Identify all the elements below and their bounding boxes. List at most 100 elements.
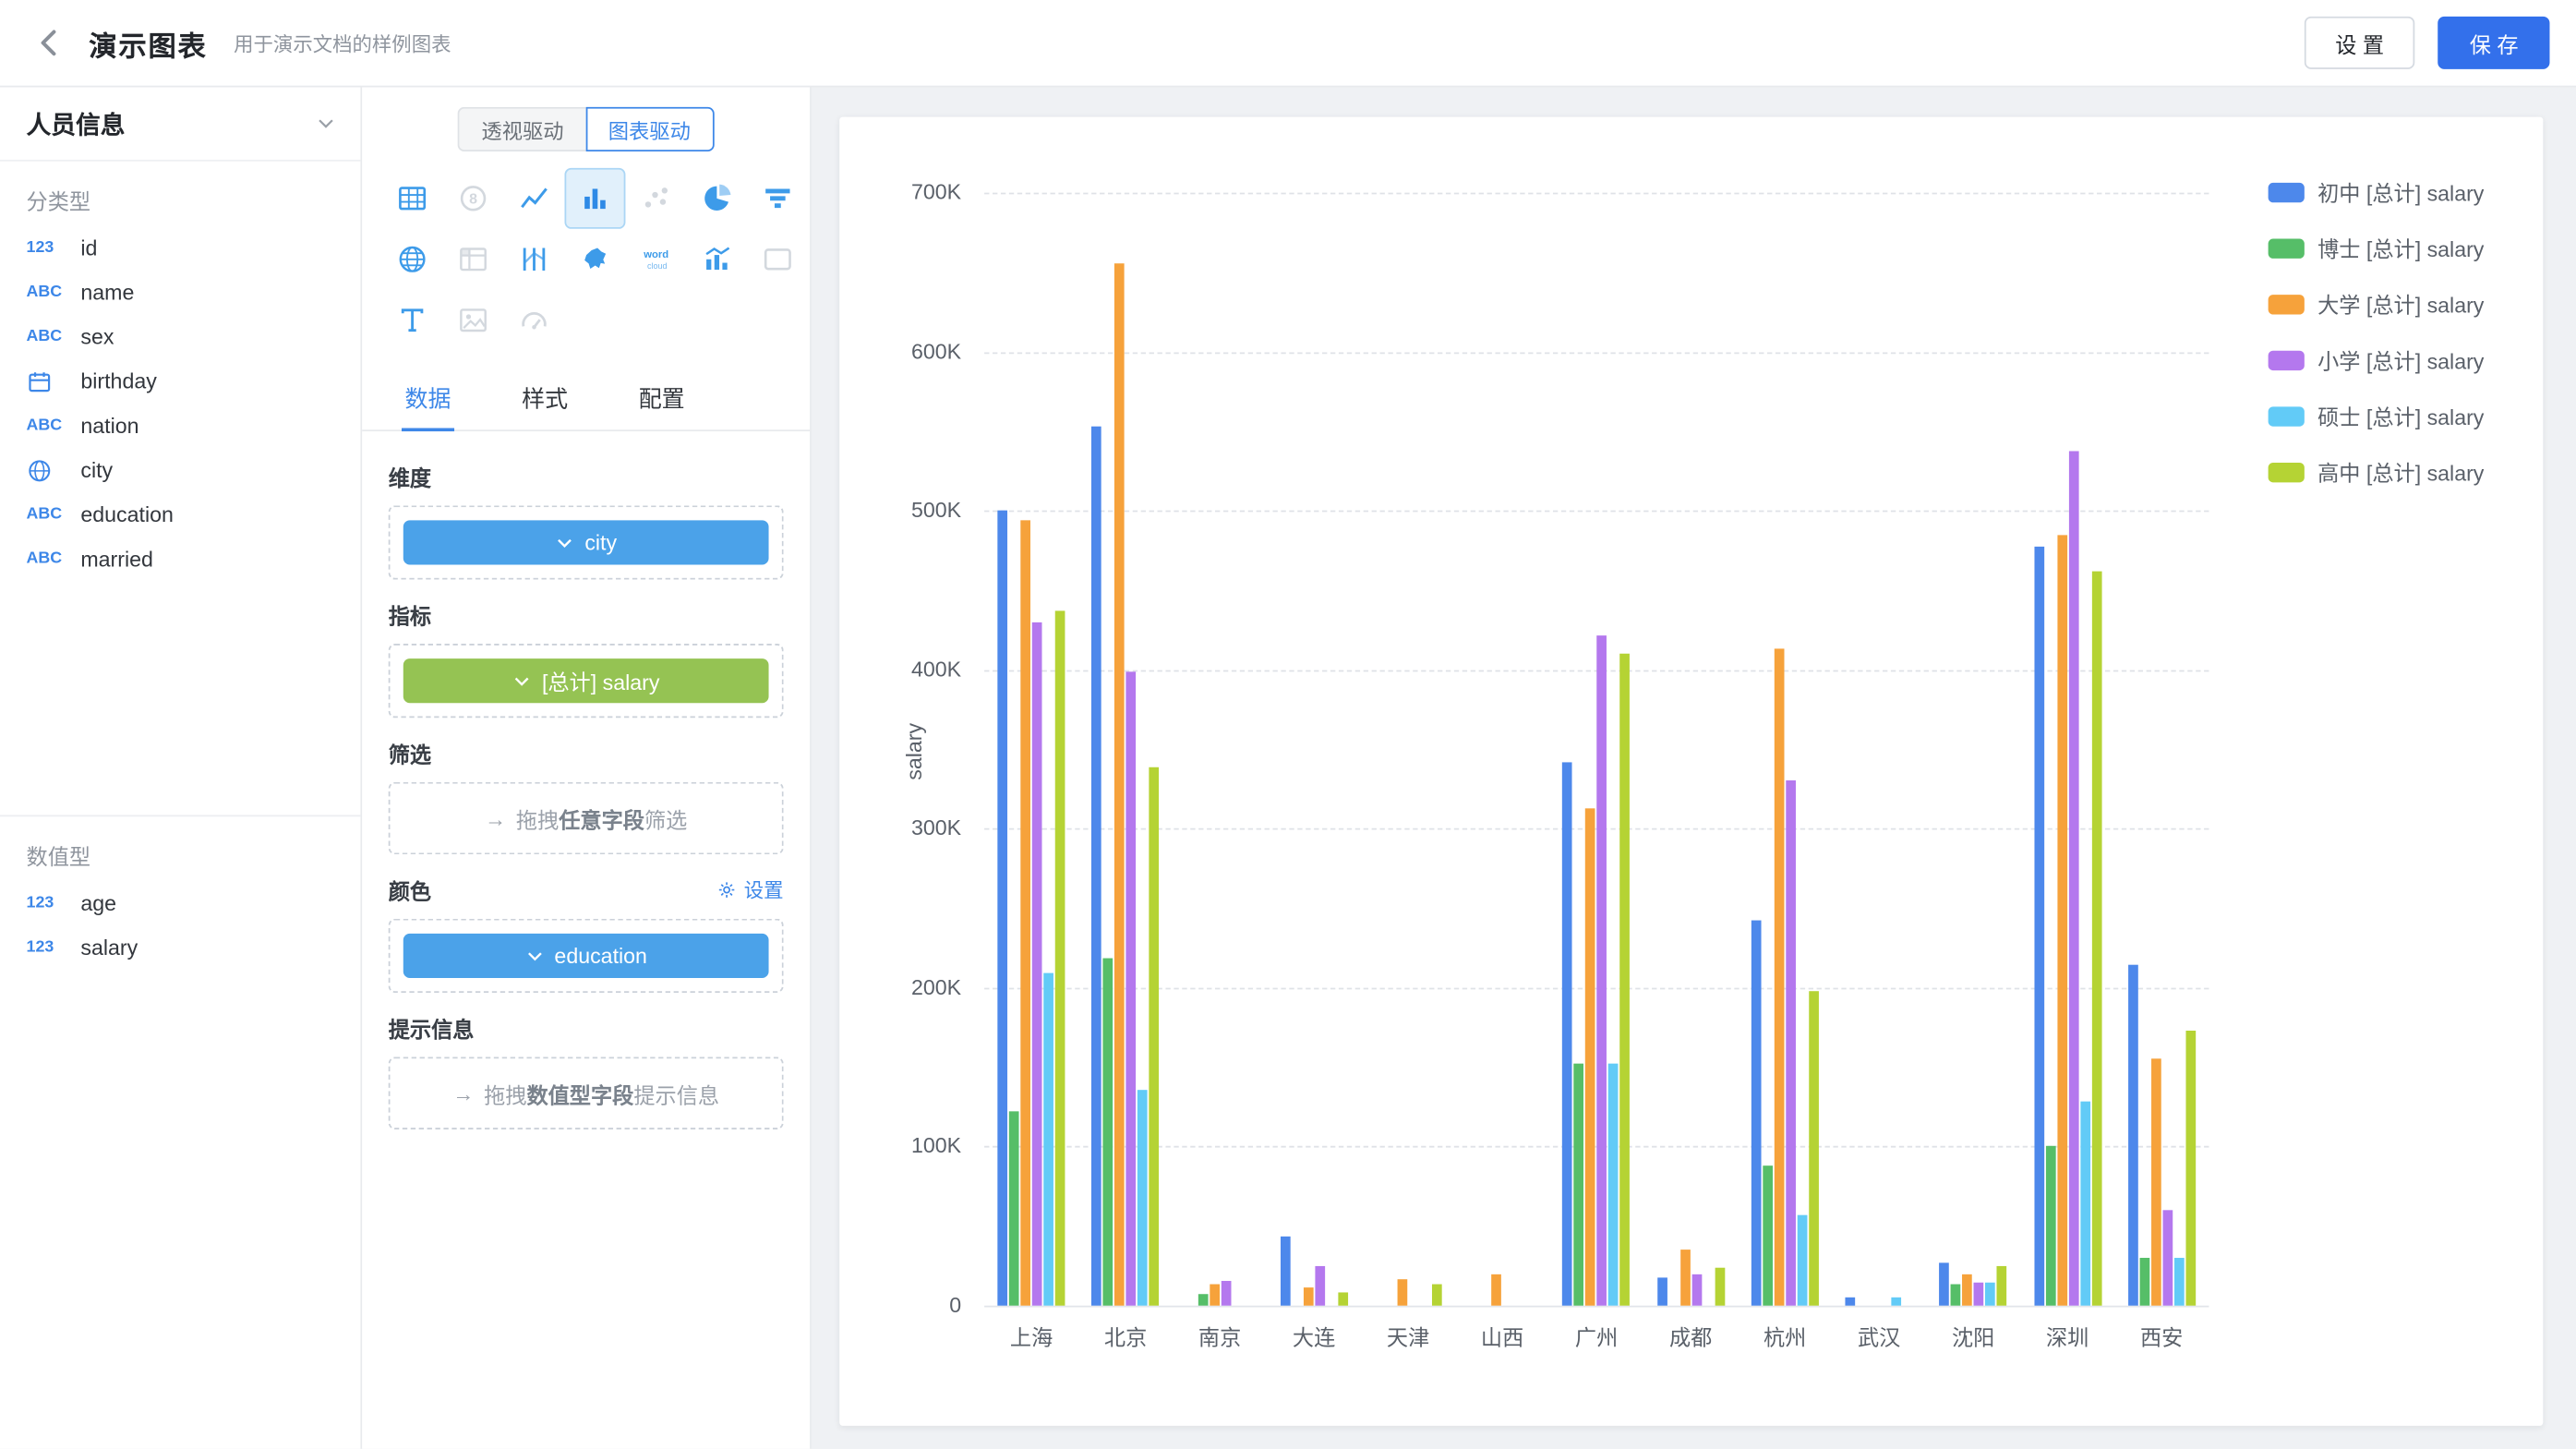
mode-tab-pivot[interactable]: 透视驱动 <box>458 107 584 151</box>
color-dropzone[interactable]: education <box>389 919 784 993</box>
bar[interactable] <box>1138 1090 1148 1306</box>
legend-item[interactable]: 大学 [总计] salary <box>2269 288 2485 320</box>
measure-dropzone[interactable]: [总计] salary <box>389 644 784 718</box>
bar[interactable] <box>2034 548 2044 1306</box>
bar[interactable] <box>2057 535 2067 1306</box>
bar[interactable] <box>1786 781 1796 1306</box>
bar[interactable] <box>1009 1112 1019 1306</box>
bar[interactable] <box>1563 762 1573 1306</box>
chart-type-text-icon[interactable] <box>382 290 443 351</box>
bar[interactable] <box>2128 965 2138 1305</box>
tooltip-dropzone[interactable]: → 拖拽数值型字段提示信息 <box>389 1057 784 1129</box>
dimension-dropzone[interactable]: city <box>389 505 784 579</box>
bar[interactable] <box>1691 1274 1702 1305</box>
chart-type-line-icon[interactable] <box>504 168 565 229</box>
legend-item[interactable]: 硕士 [总计] salary <box>2269 400 2485 431</box>
tab-style[interactable]: 样式 <box>519 368 572 430</box>
field-item-salary[interactable]: 123salary <box>0 925 360 970</box>
chart-type-globe-icon[interactable] <box>382 229 443 290</box>
mode-tab-chart[interactable]: 图表驱动 <box>585 107 714 151</box>
bar[interactable] <box>1586 808 1596 1306</box>
field-item-age[interactable]: 123age <box>0 881 360 925</box>
bar[interactable] <box>1798 1215 1808 1306</box>
bar[interactable] <box>1315 1266 1325 1306</box>
bar[interactable] <box>1338 1293 1348 1306</box>
bar[interactable] <box>1846 1298 1856 1306</box>
bar[interactable] <box>1715 1267 1725 1305</box>
bar[interactable] <box>1809 991 1819 1306</box>
bar[interactable] <box>2139 1258 2149 1306</box>
bar[interactable] <box>2091 571 2101 1305</box>
bar[interactable] <box>1092 427 1102 1306</box>
legend-item[interactable]: 初中 [总计] salary <box>2269 176 2485 208</box>
bar[interactable] <box>1763 1165 1773 1305</box>
bar[interactable] <box>1043 973 1053 1306</box>
measure-pill-salary[interactable]: [总计] salary <box>403 658 769 703</box>
field-item-married[interactable]: ABCmarried <box>0 537 360 581</box>
chart-type-parallel-icon[interactable] <box>504 229 565 290</box>
bar[interactable] <box>2174 1258 2185 1306</box>
chart-type-map-icon[interactable] <box>564 229 625 290</box>
chart-type-pie-icon[interactable] <box>686 168 747 229</box>
bar[interactable] <box>1210 1285 1220 1305</box>
color-settings-link[interactable]: 设置 <box>716 875 783 903</box>
legend-item[interactable]: 博士 [总计] salary <box>2269 232 2485 263</box>
bar[interactable] <box>2185 1031 2196 1306</box>
filter-dropzone[interactable]: → 拖拽任意字段筛选 <box>389 782 784 854</box>
bar[interactable] <box>1055 610 1065 1305</box>
chart-type-funnel-icon[interactable] <box>747 168 808 229</box>
bar[interactable] <box>1492 1274 1502 1305</box>
back-button[interactable] <box>27 19 73 66</box>
bar[interactable] <box>1032 622 1042 1305</box>
bar[interactable] <box>998 511 1008 1306</box>
bar[interactable] <box>1115 264 1125 1306</box>
bar[interactable] <box>1775 649 1785 1306</box>
bar[interactable] <box>1398 1278 1408 1305</box>
legend-item[interactable]: 高中 [总计] salary <box>2269 456 2485 488</box>
bar[interactable] <box>1680 1250 1691 1305</box>
bar[interactable] <box>2045 1147 2055 1306</box>
color-pill-education[interactable]: education <box>403 934 769 978</box>
bar[interactable] <box>1020 520 1030 1305</box>
chart-type-combo-icon[interactable] <box>686 229 747 290</box>
bar[interactable] <box>1620 654 1631 1306</box>
bar[interactable] <box>1198 1295 1208 1306</box>
bar[interactable] <box>1432 1285 1442 1305</box>
bar[interactable] <box>1608 1064 1619 1306</box>
field-item-sex[interactable]: ABCsex <box>0 315 360 359</box>
save-button[interactable]: 保 存 <box>2438 17 2550 69</box>
legend-item[interactable]: 小学 [总计] salary <box>2269 344 2485 376</box>
field-item-education[interactable]: ABCeducation <box>0 492 360 537</box>
bar[interactable] <box>2151 1059 2161 1306</box>
bar[interactable] <box>1574 1064 1584 1306</box>
chart-type-table-icon[interactable] <box>382 168 443 229</box>
bar[interactable] <box>1940 1262 1950 1305</box>
bar[interactable] <box>1126 671 1137 1306</box>
field-item-id[interactable]: 123id <box>0 225 360 270</box>
bar[interactable] <box>1892 1298 1902 1306</box>
settings-button[interactable]: 设 置 <box>2304 17 2415 69</box>
bar[interactable] <box>1304 1288 1314 1306</box>
bar[interactable] <box>1657 1277 1667 1306</box>
bar[interactable] <box>2162 1210 2173 1305</box>
field-item-nation[interactable]: ABCnation <box>0 404 360 448</box>
bar[interactable] <box>1221 1280 1231 1306</box>
bar[interactable] <box>1974 1282 1984 1306</box>
tab-config[interactable]: 配置 <box>635 368 688 430</box>
chart-type-bar-icon[interactable] <box>564 168 625 229</box>
dimension-pill-city[interactable]: city <box>403 520 769 564</box>
bar[interactable] <box>1597 636 1607 1306</box>
bar[interactable] <box>1963 1274 1973 1305</box>
bar[interactable] <box>1997 1266 2007 1306</box>
chart-type-wordcloud-icon[interactable]: wordcloud <box>625 229 686 290</box>
bar[interactable] <box>1986 1282 1996 1306</box>
bar[interactable] <box>2068 452 2078 1305</box>
bar[interactable] <box>1281 1236 1291 1306</box>
field-item-birthday[interactable]: birthday <box>0 359 360 404</box>
field-item-name[interactable]: ABCname <box>0 270 360 314</box>
bar[interactable] <box>2080 1102 2090 1305</box>
dataset-selector[interactable]: 人员信息 <box>0 87 360 161</box>
bar[interactable] <box>1150 767 1160 1306</box>
field-item-city[interactable]: city <box>0 448 360 492</box>
bar[interactable] <box>1951 1285 1961 1305</box>
